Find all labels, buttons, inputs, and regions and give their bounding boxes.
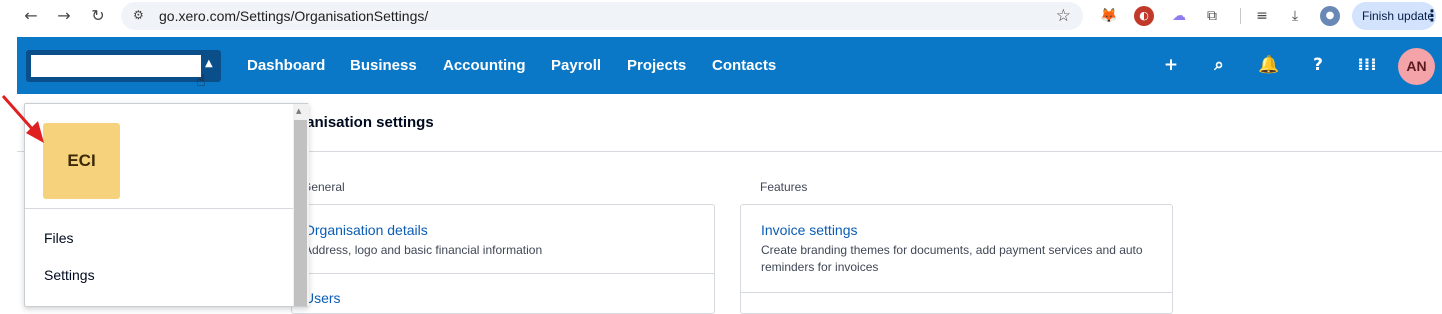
dropdown-scrollbar-thumb[interactable]: [294, 120, 307, 306]
chevron-up-icon: ▲: [205, 58, 213, 69]
app-launcher-grid-icon[interactable]: ⁞⁞⁞: [1356, 54, 1378, 76]
org-dropdown-menu: ECI Files Settings ▲: [24, 103, 309, 307]
general-settings-card: Organisation details Address, logo and b…: [291, 204, 715, 314]
extensions-puzzle-icon[interactable]: ⧉: [1202, 6, 1222, 26]
section-label-features: Features: [760, 180, 808, 194]
org-name: [31, 55, 201, 77]
nav-payroll[interactable]: Payroll: [551, 57, 601, 74]
organisation-details-desc: Address, logo and basic financial inform…: [304, 243, 543, 257]
nav-accounting[interactable]: Accounting: [443, 57, 526, 74]
extension-red-icon[interactable]: ◐: [1134, 6, 1154, 26]
extension-purple-icon[interactable]: ☁: [1169, 6, 1189, 26]
media-controls-icon[interactable]: ≡: [1252, 6, 1272, 26]
dropdown-divider: [25, 208, 293, 209]
invoice-settings-link[interactable]: Invoice settings: [761, 222, 858, 238]
add-icon[interactable]: +: [1160, 54, 1182, 76]
reload-icon[interactable]: ↻: [87, 5, 109, 27]
scroll-up-arrow-icon[interactable]: ▲: [296, 107, 301, 115]
browser-toolbar: ← → ↻ ⚙ go.xero.com/Settings/Organisatio…: [0, 0, 1442, 32]
nav-dashboard[interactable]: Dashboard: [247, 57, 325, 74]
nav-projects[interactable]: Projects: [627, 57, 686, 74]
page-title: ganisation settings: [297, 114, 434, 131]
invoice-settings-desc: Create branding themes for documents, ad…: [761, 243, 1143, 274]
nav-contacts[interactable]: Contacts: [712, 57, 776, 74]
bookmark-star-icon[interactable]: ☆: [1056, 6, 1071, 26]
help-icon[interactable]: ?: [1307, 54, 1329, 76]
user-avatar[interactable]: AN: [1398, 48, 1435, 85]
mouse-cursor-icon: ☝: [196, 71, 206, 90]
address-bar[interactable]: ⚙ go.xero.com/Settings/OrganisationSetti…: [121, 2, 1083, 30]
features-settings-card: Invoice settings Create branding themes …: [740, 204, 1173, 314]
org-initials-tile[interactable]: ECI: [43, 123, 120, 199]
browser-menu-icon[interactable]: ⋮: [1424, 6, 1440, 25]
annotation-arrow-icon: [1, 95, 44, 143]
card-row-divider: [741, 292, 1172, 293]
profile-avatar-icon[interactable]: ●: [1320, 6, 1340, 26]
downloads-icon[interactable]: ⤓: [1285, 6, 1305, 26]
app-header: ▲ Dashboard Business Accounting Payroll …: [17, 37, 1442, 94]
back-icon[interactable]: ←: [20, 5, 42, 27]
site-info-icon[interactable]: ⚙: [133, 8, 144, 22]
nav-business[interactable]: Business: [350, 57, 417, 74]
toolbar-separator: [1240, 8, 1241, 24]
notifications-bell-icon[interactable]: 🔔: [1258, 54, 1280, 76]
menu-item-settings[interactable]: Settings: [44, 267, 95, 283]
menu-item-files[interactable]: Files: [44, 230, 74, 246]
search-icon[interactable]: ⌕: [1208, 54, 1230, 76]
forward-icon[interactable]: →: [53, 5, 75, 27]
org-switcher-button[interactable]: ▲: [26, 50, 221, 82]
card-row-divider: [292, 273, 714, 274]
organisation-details-link[interactable]: Organisation details: [304, 222, 428, 238]
address-url[interactable]: go.xero.com/Settings/OrganisationSetting…: [159, 8, 428, 24]
users-link[interactable]: Users: [304, 290, 341, 306]
metamask-extension-icon[interactable]: 🦊: [1099, 6, 1119, 26]
